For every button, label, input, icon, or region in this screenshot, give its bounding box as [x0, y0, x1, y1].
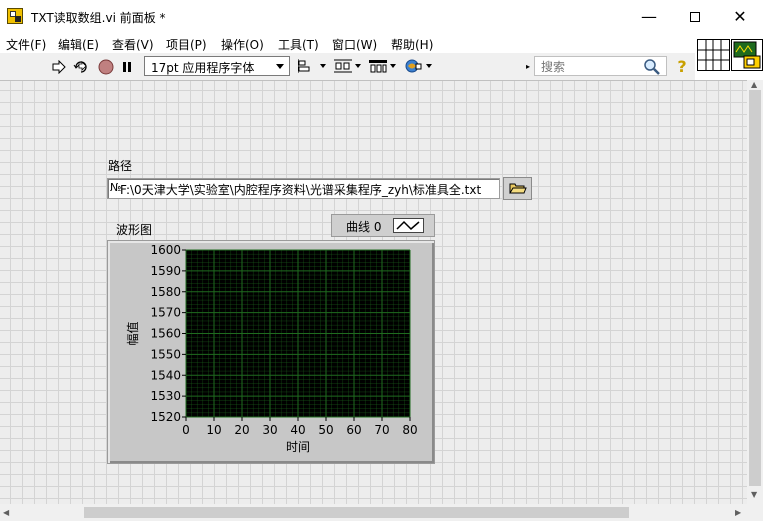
x-tick-label: 40	[290, 423, 305, 437]
connector-pane[interactable]	[697, 39, 730, 71]
align-objects-icon	[298, 59, 310, 73]
y-tick-label: 1560	[150, 327, 181, 341]
y-tick-label: 1550	[150, 347, 181, 361]
stop-icon	[98, 59, 114, 74]
resize-objects-button[interactable]	[368, 57, 396, 75]
vertical-scrollbar[interactable]: ▲ ▼	[747, 80, 763, 504]
y-tick-label: 1580	[150, 285, 181, 299]
path-input[interactable]: № F:\0天津大学\实验室\内腔程序资料\光谱采集程序_zyh\标准具全.tx…	[107, 178, 500, 199]
labview-vi-icon	[7, 8, 23, 24]
run-arrow-icon	[52, 59, 66, 74]
scroll-down-icon[interactable]: ▼	[751, 490, 757, 499]
x-tick-label: 70	[374, 423, 389, 437]
chevron-down-icon	[276, 64, 284, 69]
font-select[interactable]: 17pt 应用程序字体	[144, 56, 290, 76]
x-tick-label: 80	[402, 423, 417, 437]
browse-button[interactable]	[503, 177, 532, 200]
minimize-button[interactable]: —	[626, 0, 672, 33]
scrollbar-corner	[747, 504, 763, 521]
reorder-button[interactable]	[404, 57, 432, 75]
run-continuously-button[interactable]	[72, 58, 90, 75]
chevron-down-icon	[390, 64, 396, 68]
vi-icon[interactable]	[731, 39, 763, 71]
search-input[interactable]	[539, 58, 643, 76]
menu-tools[interactable]: 工具(T)	[278, 36, 319, 53]
run-button[interactable]	[50, 58, 68, 75]
font-select-value: 17pt 应用程序字体	[151, 61, 255, 75]
pause-button[interactable]	[118, 58, 136, 75]
y-axis-label: 幅值	[125, 321, 140, 345]
chevron-left-icon: ▸	[526, 62, 531, 71]
resize-objects-icon	[369, 60, 387, 73]
y-tick-label: 1570	[150, 306, 181, 320]
maximize-button[interactable]	[672, 0, 718, 33]
pause-icon	[123, 61, 131, 72]
plot-legend[interactable]: 曲线 0	[331, 214, 435, 237]
menu-project[interactable]: 项目(P)	[166, 36, 207, 53]
connector-pane-grid-icon	[698, 40, 729, 70]
plot-grid	[185, 249, 411, 418]
chevron-down-icon	[355, 64, 361, 68]
folder-open-icon	[509, 183, 527, 194]
scroll-up-icon[interactable]: ▲	[751, 80, 757, 89]
path-value: F:\0天津大学\实验室\内腔程序资料\光谱采集程序_zyh\标准具全.txt	[120, 183, 482, 197]
x-tick-label: 10	[206, 423, 221, 437]
align-objects-button[interactable]	[298, 57, 326, 75]
search-icon[interactable]	[643, 58, 661, 76]
distribute-objects-button[interactable]	[333, 57, 361, 75]
menu-help[interactable]: 帮助(H)	[391, 36, 433, 53]
y-tick-label: 1540	[150, 368, 181, 382]
close-icon: ✕	[733, 7, 747, 26]
menu-edit[interactable]: 编辑(E)	[58, 36, 99, 53]
title-bar: TXT读取数组.vi 前面板 * — ✕	[0, 0, 763, 33]
path-control-label: 路径	[108, 159, 133, 173]
menu-window[interactable]: 窗口(W)	[332, 36, 377, 53]
abort-button[interactable]	[97, 58, 115, 75]
vi-default-icon	[733, 41, 761, 69]
x-tick-label: 50	[318, 423, 333, 437]
waveform-chart[interactable]: 0 10 20 30 40 50 60 70 80 1600 1590 1580 1570 1560 155…	[107, 240, 435, 464]
toolbar: 17pt 应用程序字体 ▸ ?	[0, 53, 695, 80]
context-help-icon[interactable]: ?	[675, 57, 689, 76]
chevron-down-icon	[426, 64, 432, 68]
y-tick-label: 1530	[150, 389, 181, 403]
maximize-icon	[690, 11, 700, 22]
menu-bar: 文件(F) 编辑(E) 查看(V) 项目(P) 操作(O) 工具(T) 窗口(W…	[0, 33, 695, 53]
menu-view[interactable]: 查看(V)	[112, 36, 154, 53]
x-tick-label: 20	[234, 423, 249, 437]
plot-legend-label: 曲线 0	[346, 220, 382, 234]
x-axis-label: 时间	[286, 440, 310, 454]
scroll-left-icon[interactable]: ◀	[3, 508, 9, 517]
window-title: TXT读取数组.vi 前面板 *	[31, 11, 166, 25]
horizontal-scrollbar[interactable]: ◀ ▶	[0, 504, 747, 521]
run-continuously-icon	[73, 60, 87, 73]
vertical-scroll-thumb[interactable]	[749, 90, 761, 486]
horizontal-scroll-thumb[interactable]	[84, 507, 629, 518]
reorder-icon	[405, 59, 422, 73]
y-tick-label: 1600	[150, 243, 181, 257]
menu-operate[interactable]: 操作(O)	[221, 36, 264, 53]
waveform-chart-label: 波形图	[116, 223, 153, 237]
menu-file[interactable]: 文件(F)	[6, 36, 46, 53]
chevron-down-icon	[320, 64, 326, 68]
minimize-icon: —	[641, 7, 657, 26]
plot-line-style-icon	[393, 218, 424, 233]
x-tick-label: 30	[262, 423, 277, 437]
distribute-objects-icon	[334, 59, 352, 73]
close-button[interactable]: ✕	[717, 0, 763, 33]
x-tick-label: 60	[346, 423, 361, 437]
y-tick-label: 1590	[150, 264, 181, 278]
scroll-right-icon[interactable]: ▶	[735, 508, 741, 517]
x-tick-label: 0	[182, 423, 190, 437]
y-tick-label: 1520	[150, 410, 181, 424]
